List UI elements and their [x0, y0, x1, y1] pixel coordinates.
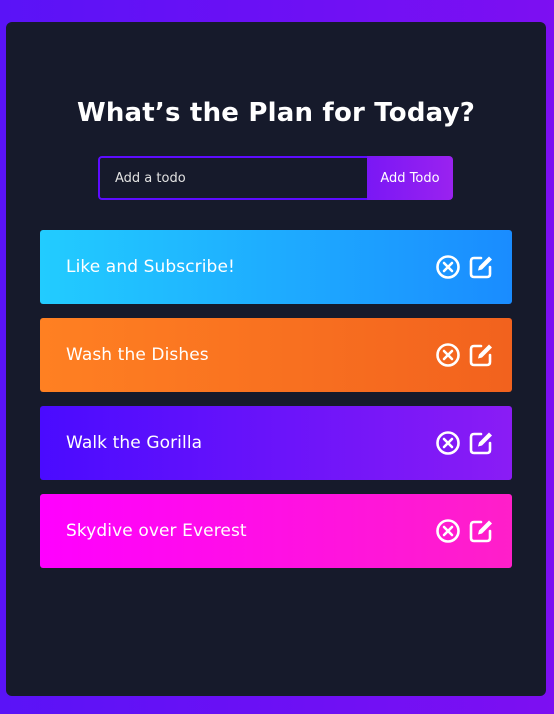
todo-row: Walk the Gorilla — [40, 406, 512, 480]
edit-icon[interactable] — [468, 342, 494, 368]
todo-text[interactable]: Walk the Gorilla — [66, 433, 202, 453]
todo-actions — [435, 518, 494, 544]
todo-text[interactable]: Wash the Dishes — [66, 345, 209, 365]
todo-text[interactable]: Like and Subscribe! — [66, 257, 235, 277]
todo-row: Wash the Dishes — [40, 318, 512, 392]
todo-text[interactable]: Skydive over Everest — [66, 521, 247, 541]
todo-input[interactable] — [98, 156, 367, 200]
add-todo-button[interactable]: Add Todo — [367, 156, 453, 200]
edit-icon[interactable] — [468, 518, 494, 544]
delete-icon[interactable] — [435, 518, 461, 544]
edit-icon[interactable] — [468, 430, 494, 456]
delete-icon[interactable] — [435, 342, 461, 368]
delete-icon[interactable] — [435, 430, 461, 456]
todo-actions — [435, 430, 494, 456]
todo-row: Like and Subscribe! — [40, 230, 512, 304]
delete-icon[interactable] — [435, 254, 461, 280]
todo-app: What’s the Plan for Today? Add Todo Like… — [6, 22, 546, 696]
todo-actions — [435, 254, 494, 280]
todo-form: Add Todo — [98, 156, 453, 200]
todo-list: Like and Subscribe! Wash the Dishes Walk… — [40, 230, 512, 582]
edit-icon[interactable] — [468, 254, 494, 280]
page-title: What’s the Plan for Today? — [76, 98, 476, 128]
todo-row: Skydive over Everest — [40, 494, 512, 568]
todo-actions — [435, 342, 494, 368]
